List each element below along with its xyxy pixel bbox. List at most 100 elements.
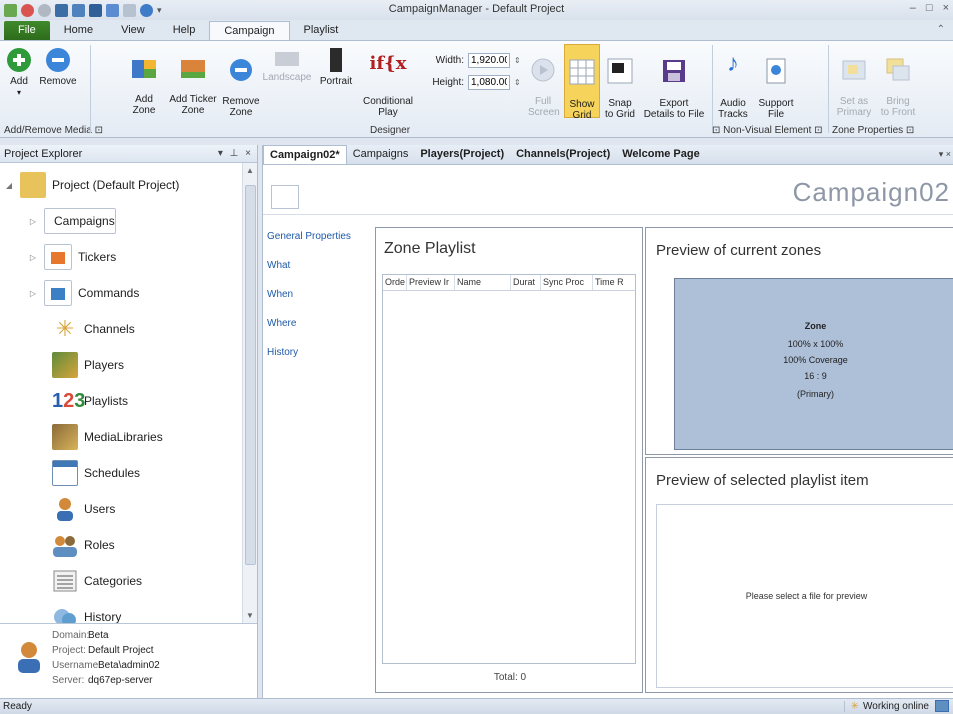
nav-general-properties[interactable]: General Properties	[263, 227, 373, 256]
conditional-play-button[interactable]: if{x Conditional Play	[360, 47, 416, 119]
tab-view[interactable]: View	[107, 21, 159, 40]
zone-playlist-panel: Zone Playlist Orde Preview Ir Name Durat…	[375, 227, 643, 693]
tree-item-players[interactable]: Players	[52, 349, 124, 381]
campaign-title: Campaign02	[792, 177, 950, 207]
online-status[interactable]: ✳ Working online	[843, 700, 929, 712]
expand-icon[interactable]: ▷	[28, 253, 38, 262]
group-non-visual-label: ⊡ Non-Visual Element ⊡	[712, 125, 823, 136]
tree-item-history[interactable]: History	[52, 601, 121, 623]
width-spin-icon[interactable]: ⇕	[514, 56, 521, 65]
tree-item-media-libraries[interactable]: MediaLibraries	[52, 421, 163, 453]
snap-to-grid-button[interactable]: Snap to Grid	[602, 47, 638, 120]
grid-icon	[569, 59, 595, 85]
project-explorer-title: Project Explorer	[4, 147, 83, 160]
doc-controls[interactable]: ▾ ×	[939, 149, 951, 160]
preview-item-panel: Preview of selected playlist item Please…	[645, 457, 953, 693]
tree-scrollbar[interactable]: ▲ ▼	[242, 163, 257, 623]
user-icon	[52, 496, 78, 522]
tab-help[interactable]: Help	[159, 21, 210, 40]
column-header[interactable]: Preview Ir	[407, 275, 455, 290]
portrait-icon	[330, 48, 342, 72]
snap-icon	[607, 58, 633, 84]
width-input[interactable]	[468, 53, 510, 68]
player-icon	[52, 352, 78, 378]
height-spin-icon[interactable]: ⇕	[514, 78, 521, 87]
column-header[interactable]: Sync Proc	[541, 275, 593, 290]
title-bar: ▾ CampaignManager - Default Project – □ …	[0, 0, 953, 20]
height-label: Height:	[432, 77, 464, 88]
column-header[interactable]: Name	[455, 275, 511, 290]
add-button[interactable]: Add ▾	[4, 47, 34, 98]
tree-item-channels[interactable]: ✳ Channels	[52, 313, 135, 345]
set-primary-icon	[842, 60, 866, 80]
remove-button[interactable]: Remove	[36, 47, 80, 87]
expand-icon[interactable]: ▷	[28, 289, 38, 298]
tab-home[interactable]: Home	[50, 21, 107, 40]
nav-what[interactable]: What	[263, 256, 373, 285]
audio-tracks-button[interactable]: ♪ Audio Tracks	[716, 47, 750, 121]
bring-to-front-button[interactable]: Bring to Front	[878, 47, 918, 118]
tree-root[interactable]: ◢ Project (Default Project)	[4, 169, 179, 201]
full-screen-button[interactable]: Full Screen	[528, 47, 560, 118]
landscape-icon	[275, 52, 299, 66]
tree-item-users[interactable]: Users	[52, 493, 115, 525]
history-icon	[52, 604, 78, 623]
scrollbar-thumb[interactable]	[245, 185, 256, 565]
doc-tab-welcome[interactable]: Welcome Page	[616, 145, 705, 164]
panel-controls[interactable]: ▾ ⊥ ×	[218, 148, 253, 159]
tree-item-tickers[interactable]: ▷ Tickers	[28, 241, 116, 273]
set-as-primary-button[interactable]: Set as Primary	[834, 47, 874, 118]
group-designer-label: Designer	[370, 125, 411, 136]
export-details-button[interactable]: Export Details to File	[640, 47, 708, 120]
tree-item-categories[interactable]: Categories	[52, 565, 142, 597]
remove-zone-button[interactable]: Remove Zone	[222, 47, 260, 118]
tab-file[interactable]: File	[4, 21, 50, 40]
landscape-button[interactable]: Landscape	[262, 47, 312, 83]
minimize-button[interactable]: –	[910, 2, 916, 14]
tree-item-campaigns[interactable]: ▷ Campaigns	[28, 205, 116, 237]
doc-tab-campaign02[interactable]: Campaign02*	[263, 145, 347, 164]
doc-tab-players[interactable]: Players(Project)	[414, 145, 510, 164]
nav-history[interactable]: History	[263, 343, 373, 372]
ribbon: Add ▾ Remove Add/Remove Media ⊡ Add Zone …	[0, 40, 953, 138]
playlist-grid[interactable]: Orde Preview Ir Name Durat Sync Proc Tim…	[382, 274, 636, 664]
collapse-icon[interactable]: ◢	[4, 181, 14, 190]
tree-item-playlists[interactable]: 123 Playlists	[52, 385, 128, 417]
show-grid-button[interactable]: Show Grid	[564, 44, 600, 121]
role-icon	[52, 532, 78, 558]
tree-item-commands[interactable]: ▷ Commands	[28, 277, 139, 309]
tab-playlist[interactable]: Playlist	[290, 21, 353, 40]
doc-tab-channels[interactable]: Channels(Project)	[510, 145, 616, 164]
maximize-button[interactable]: □	[926, 2, 933, 14]
expand-icon[interactable]: ▷	[28, 217, 38, 226]
add-zone-button[interactable]: Add Zone	[124, 47, 164, 116]
status-text: Ready	[3, 701, 32, 712]
column-header[interactable]: Time R	[593, 275, 635, 290]
zone-canvas[interactable]: Zone 100% x 100% 100% Coverage 16 : 9 (P…	[674, 278, 953, 450]
close-button[interactable]: ×	[943, 2, 949, 14]
tree-item-schedules[interactable]: Schedules	[52, 457, 140, 489]
ribbon-collapse-icon[interactable]: ⌃	[937, 24, 945, 35]
preview-message: Please select a file for preview	[745, 591, 868, 601]
scroll-up-icon[interactable]: ▲	[246, 166, 254, 175]
document-tabs: Campaign02* Campaigns Players(Project) C…	[263, 145, 953, 165]
doc-tab-campaigns[interactable]: Campaigns	[347, 145, 415, 164]
column-header[interactable]: Orde	[383, 275, 407, 290]
group-separator	[90, 45, 91, 133]
tree-item-roles[interactable]: Roles	[52, 529, 115, 561]
portrait-button[interactable]: Portrait	[314, 47, 358, 87]
support-file-button[interactable]: Support File	[752, 47, 800, 120]
preview-item-box: Please select a file for preview	[656, 504, 953, 688]
ticker-icon	[44, 244, 72, 270]
scroll-down-icon[interactable]: ▼	[246, 611, 254, 620]
nav-when[interactable]: When	[263, 285, 373, 314]
nav-where[interactable]: Where	[263, 314, 373, 343]
schedule-icon	[52, 460, 78, 486]
status-panel-icon[interactable]	[935, 700, 949, 712]
campaign-thumbnail[interactable]	[271, 185, 299, 209]
add-ticker-zone-button[interactable]: Add Ticker Zone	[166, 47, 220, 116]
tab-campaign[interactable]: Campaign	[209, 21, 290, 40]
height-input[interactable]	[468, 75, 510, 90]
column-header[interactable]: Durat	[511, 275, 541, 290]
conditional-play-icon: if{x	[369, 53, 407, 74]
